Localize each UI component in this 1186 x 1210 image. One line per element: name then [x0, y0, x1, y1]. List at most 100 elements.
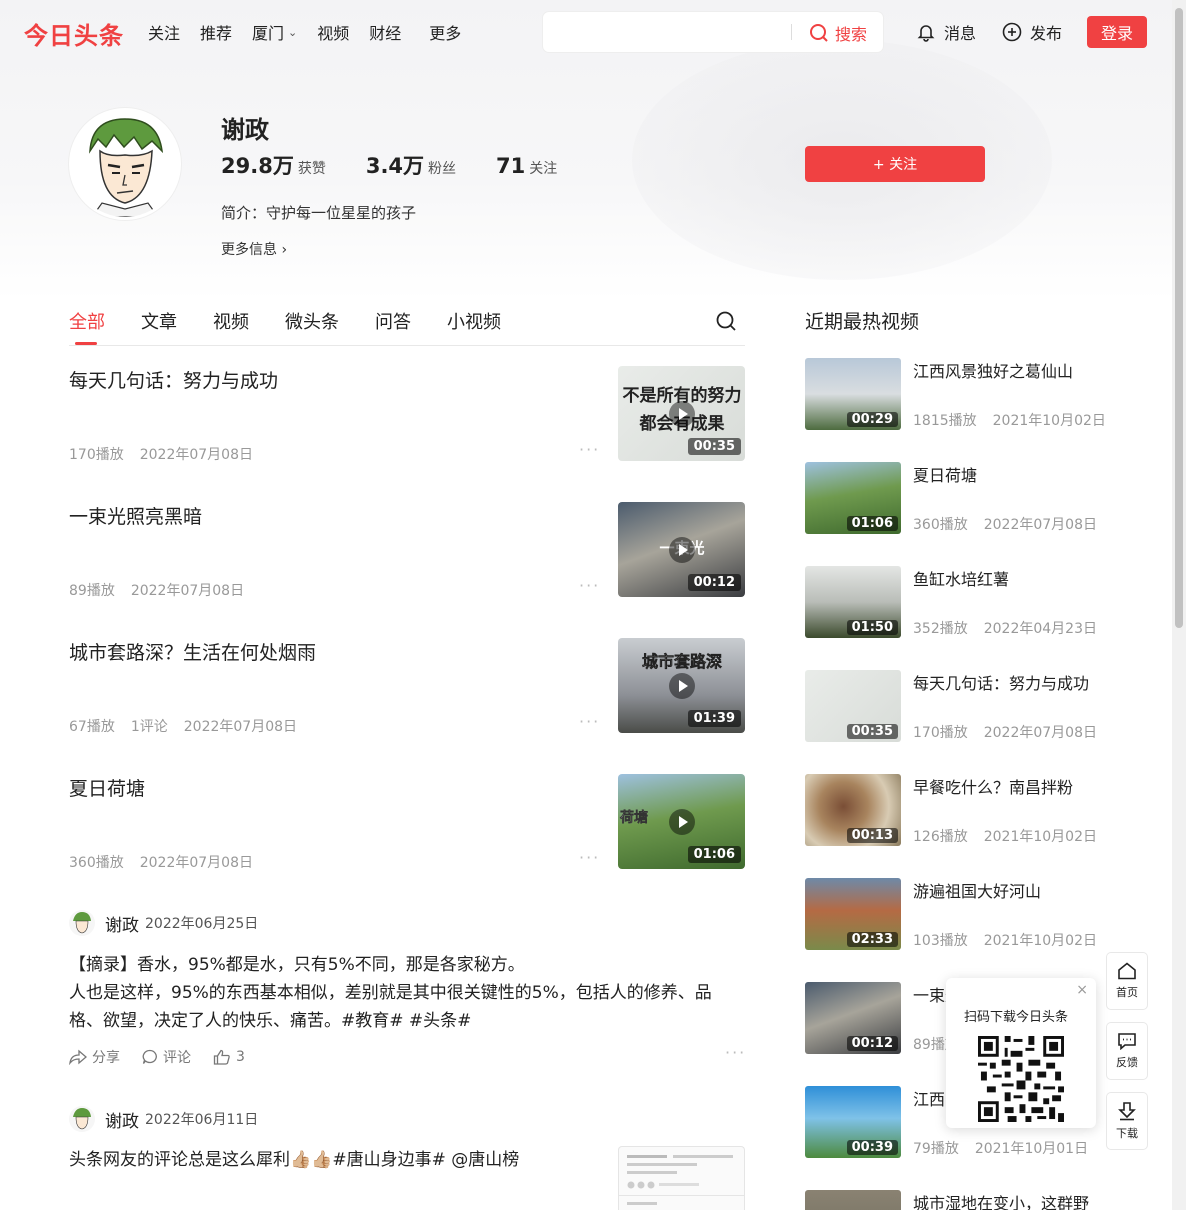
tab-all[interactable]: 全部: [69, 308, 105, 345]
post-author-row: 谢政 2022年06月11日: [69, 1106, 258, 1132]
hot-video-title[interactable]: 早餐吃什么？南昌拌粉: [913, 774, 1073, 798]
more-info-link[interactable]: 更多信息 ›: [221, 239, 287, 259]
post-image-thumbnail[interactable]: [618, 1146, 745, 1210]
stat-following[interactable]: 71 关注: [496, 154, 557, 178]
more-options-icon[interactable]: ···: [725, 1043, 746, 1062]
hot-video-thumbnail[interactable]: 00:39: [805, 1086, 901, 1158]
search-input[interactable]: [555, 20, 785, 44]
feed-video-thumbnail[interactable]: 不是所有的努力都会有成果 00:35: [618, 366, 745, 461]
video-duration: 00:12: [846, 1036, 898, 1051]
nav-more[interactable]: 更多: [429, 20, 461, 44]
feed-video-thumbnail[interactable]: 一束光 00:12: [618, 502, 745, 597]
avatar[interactable]: [69, 1106, 95, 1132]
page-scrollbar[interactable]: [1172, 0, 1186, 1210]
login-button[interactable]: 登录: [1087, 16, 1147, 48]
hot-video-title[interactable]: 江西: [913, 1086, 945, 1110]
more-options-icon[interactable]: ···: [579, 848, 600, 867]
bell-icon: [917, 25, 935, 42]
feed-video-item[interactable]: 城市套路深？生活在何处烟雨 67播放 1评论 2022年07月08日 ··· 城…: [69, 638, 745, 735]
hot-video-item[interactable]: 01:06 夏日荷塘 360播放 2022年07月08日: [805, 462, 1105, 536]
scrollbar-thumb[interactable]: [1175, 8, 1183, 628]
hot-video-item[interactable]: 00:35 每天几句话：努力与成功 170播放 2022年07月08日: [805, 670, 1105, 744]
hot-video-meta: 360播放 2022年07月08日: [913, 517, 1097, 533]
hot-video-item[interactable]: 00:29 江西风景独好之葛仙山 1815播放 2021年10月02日: [805, 358, 1106, 432]
hot-video-meta: 126播放 2021年10月02日: [913, 829, 1097, 845]
post-author-name[interactable]: 谢政: [105, 1107, 139, 1132]
search-button[interactable]: 搜索: [809, 21, 867, 45]
hot-video-item[interactable]: 00:13 早餐吃什么？南昌拌粉 126播放 2021年10月02日: [805, 774, 1105, 848]
hot-video-thumbnail[interactable]: 02:33: [805, 878, 901, 950]
feed-video-thumbnail[interactable]: 荷塘 01:06: [618, 774, 745, 869]
logo[interactable]: 今日头条: [24, 16, 124, 51]
nav-finance[interactable]: 财经: [369, 20, 401, 44]
hot-video-thumbnail[interactable]: [805, 1190, 901, 1210]
play-icon: [668, 672, 695, 699]
hot-video-thumbnail[interactable]: 01:50: [805, 566, 901, 638]
nav-video[interactable]: 视频: [317, 20, 349, 44]
hot-video-thumbnail[interactable]: 00:29: [805, 358, 901, 430]
qr-download-popup: × 扫码下载今日头条: [946, 978, 1096, 1128]
more-options-icon[interactable]: ···: [579, 576, 600, 595]
post-date: 2022年06月11日: [145, 1112, 259, 1128]
tab-short-videos[interactable]: 小视频: [447, 308, 501, 334]
hot-video-title[interactable]: 鱼缸水培红薯: [913, 566, 1009, 590]
hot-videos-title: 近期最热视频: [805, 311, 920, 333]
download-icon: [1118, 1102, 1136, 1121]
nav-follow[interactable]: 关注: [148, 20, 180, 44]
video-duration: 01:39: [687, 710, 741, 727]
profile-stats: 29.8万 获赞 3.4万 粉丝 71 关注: [221, 150, 597, 180]
tab-articles[interactable]: 文章: [141, 308, 177, 334]
feed-video-item[interactable]: 每天几句话：努力与成功 170播放 2022年07月08日 ··· 不是所有的努…: [69, 366, 745, 463]
side-home-button[interactable]: 首页: [1107, 953, 1147, 1009]
post-date: 2022年06月25日: [145, 916, 259, 932]
side-download-button[interactable]: 下载: [1107, 1093, 1147, 1149]
post-author-name[interactable]: 谢政: [105, 911, 139, 936]
avatar-illustration-icon: [73, 1108, 91, 1130]
tab-search-button[interactable]: [715, 310, 737, 336]
hot-video-meta: 79播放 2021年10月01日: [913, 1141, 1089, 1157]
avatar-illustration-icon: [72, 111, 178, 217]
profile-bio: 简介：守护每一位星星的孩子: [221, 204, 417, 222]
top-bar: 今日头条 关注 推荐 厦门 ⌄ 视频 财经 更多 搜索 消息 发布 登录: [0, 0, 1172, 64]
nav-recommend[interactable]: 推荐: [200, 20, 232, 44]
more-options-icon[interactable]: ···: [579, 712, 600, 731]
share-button[interactable]: 分享: [69, 1047, 120, 1067]
hot-video-title[interactable]: 城市湿地在变小，这群野: [913, 1190, 1089, 1210]
tab-qa[interactable]: 问答: [375, 308, 411, 334]
feed-video-thumbnail[interactable]: 城市套路深 01:39: [618, 638, 745, 733]
hot-video-thumbnail[interactable]: 01:06: [805, 462, 901, 534]
more-options-icon[interactable]: ···: [579, 440, 600, 459]
video-duration: 01:06: [687, 846, 741, 863]
post-text[interactable]: 头条网友的评论总是这么犀利👍🏼👍🏼#唐山身边事# @唐山榜: [69, 1146, 609, 1174]
hot-video-item[interactable]: 城市湿地在变小，这群野: [805, 1190, 1105, 1210]
share-icon: [69, 1049, 87, 1065]
messages-button[interactable]: 消息: [916, 20, 976, 44]
side-feedback-button[interactable]: 反馈: [1107, 1023, 1147, 1079]
hot-video-title[interactable]: 江西风景独好之葛仙山: [913, 358, 1073, 382]
nav-city[interactable]: 厦门 ⌄: [252, 20, 297, 44]
feed-video-meta: 89播放 2022年07月08日: [69, 583, 245, 599]
comment-button[interactable]: 评论: [142, 1047, 191, 1067]
hot-video-title[interactable]: 每天几句话：努力与成功: [913, 670, 1089, 694]
hot-video-thumbnail[interactable]: 00:12: [805, 982, 901, 1054]
hot-video-thumbnail[interactable]: 00:35: [805, 670, 901, 742]
hot-video-item[interactable]: 01:50 鱼缸水培红薯 352播放 2022年04月23日: [805, 566, 1105, 640]
hot-video-item[interactable]: 02:33 游遍祖国大好河山 103播放 2021年10月02日: [805, 878, 1105, 952]
avatar[interactable]: [69, 910, 95, 936]
profile-avatar[interactable]: [69, 108, 181, 220]
tab-videos[interactable]: 视频: [213, 308, 249, 334]
stat-fans[interactable]: 3.4万 粉丝: [366, 150, 456, 180]
hot-video-thumbnail[interactable]: 00:13: [805, 774, 901, 846]
screenshot-preview-icon: [619, 1155, 744, 1205]
publish-button[interactable]: 发布: [1002, 20, 1062, 44]
hot-video-title[interactable]: 游遍祖国大好河山: [913, 878, 1041, 902]
post-text[interactable]: 【摘录】香水，95%都是水，只有5%不同，那是各家秘方。 人也是这样，95%的东…: [69, 951, 745, 1035]
like-button[interactable]: 3: [213, 1047, 245, 1067]
close-icon[interactable]: ×: [1076, 982, 1088, 998]
tab-micro-posts[interactable]: 微头条: [285, 308, 339, 334]
post-line: 格、欲望，决定了人的快乐、痛苦。#教育# #头条#: [69, 1011, 472, 1031]
feed-video-item[interactable]: 一束光照亮黑暗 89播放 2022年07月08日 ··· 一束光 00:12: [69, 502, 745, 599]
feed-video-item[interactable]: 夏日荷塘 360播放 2022年07月08日 ··· 荷塘 01:06: [69, 774, 745, 871]
hot-video-title[interactable]: 夏日荷塘: [913, 462, 977, 486]
follow-button[interactable]: + 关注: [805, 146, 985, 182]
